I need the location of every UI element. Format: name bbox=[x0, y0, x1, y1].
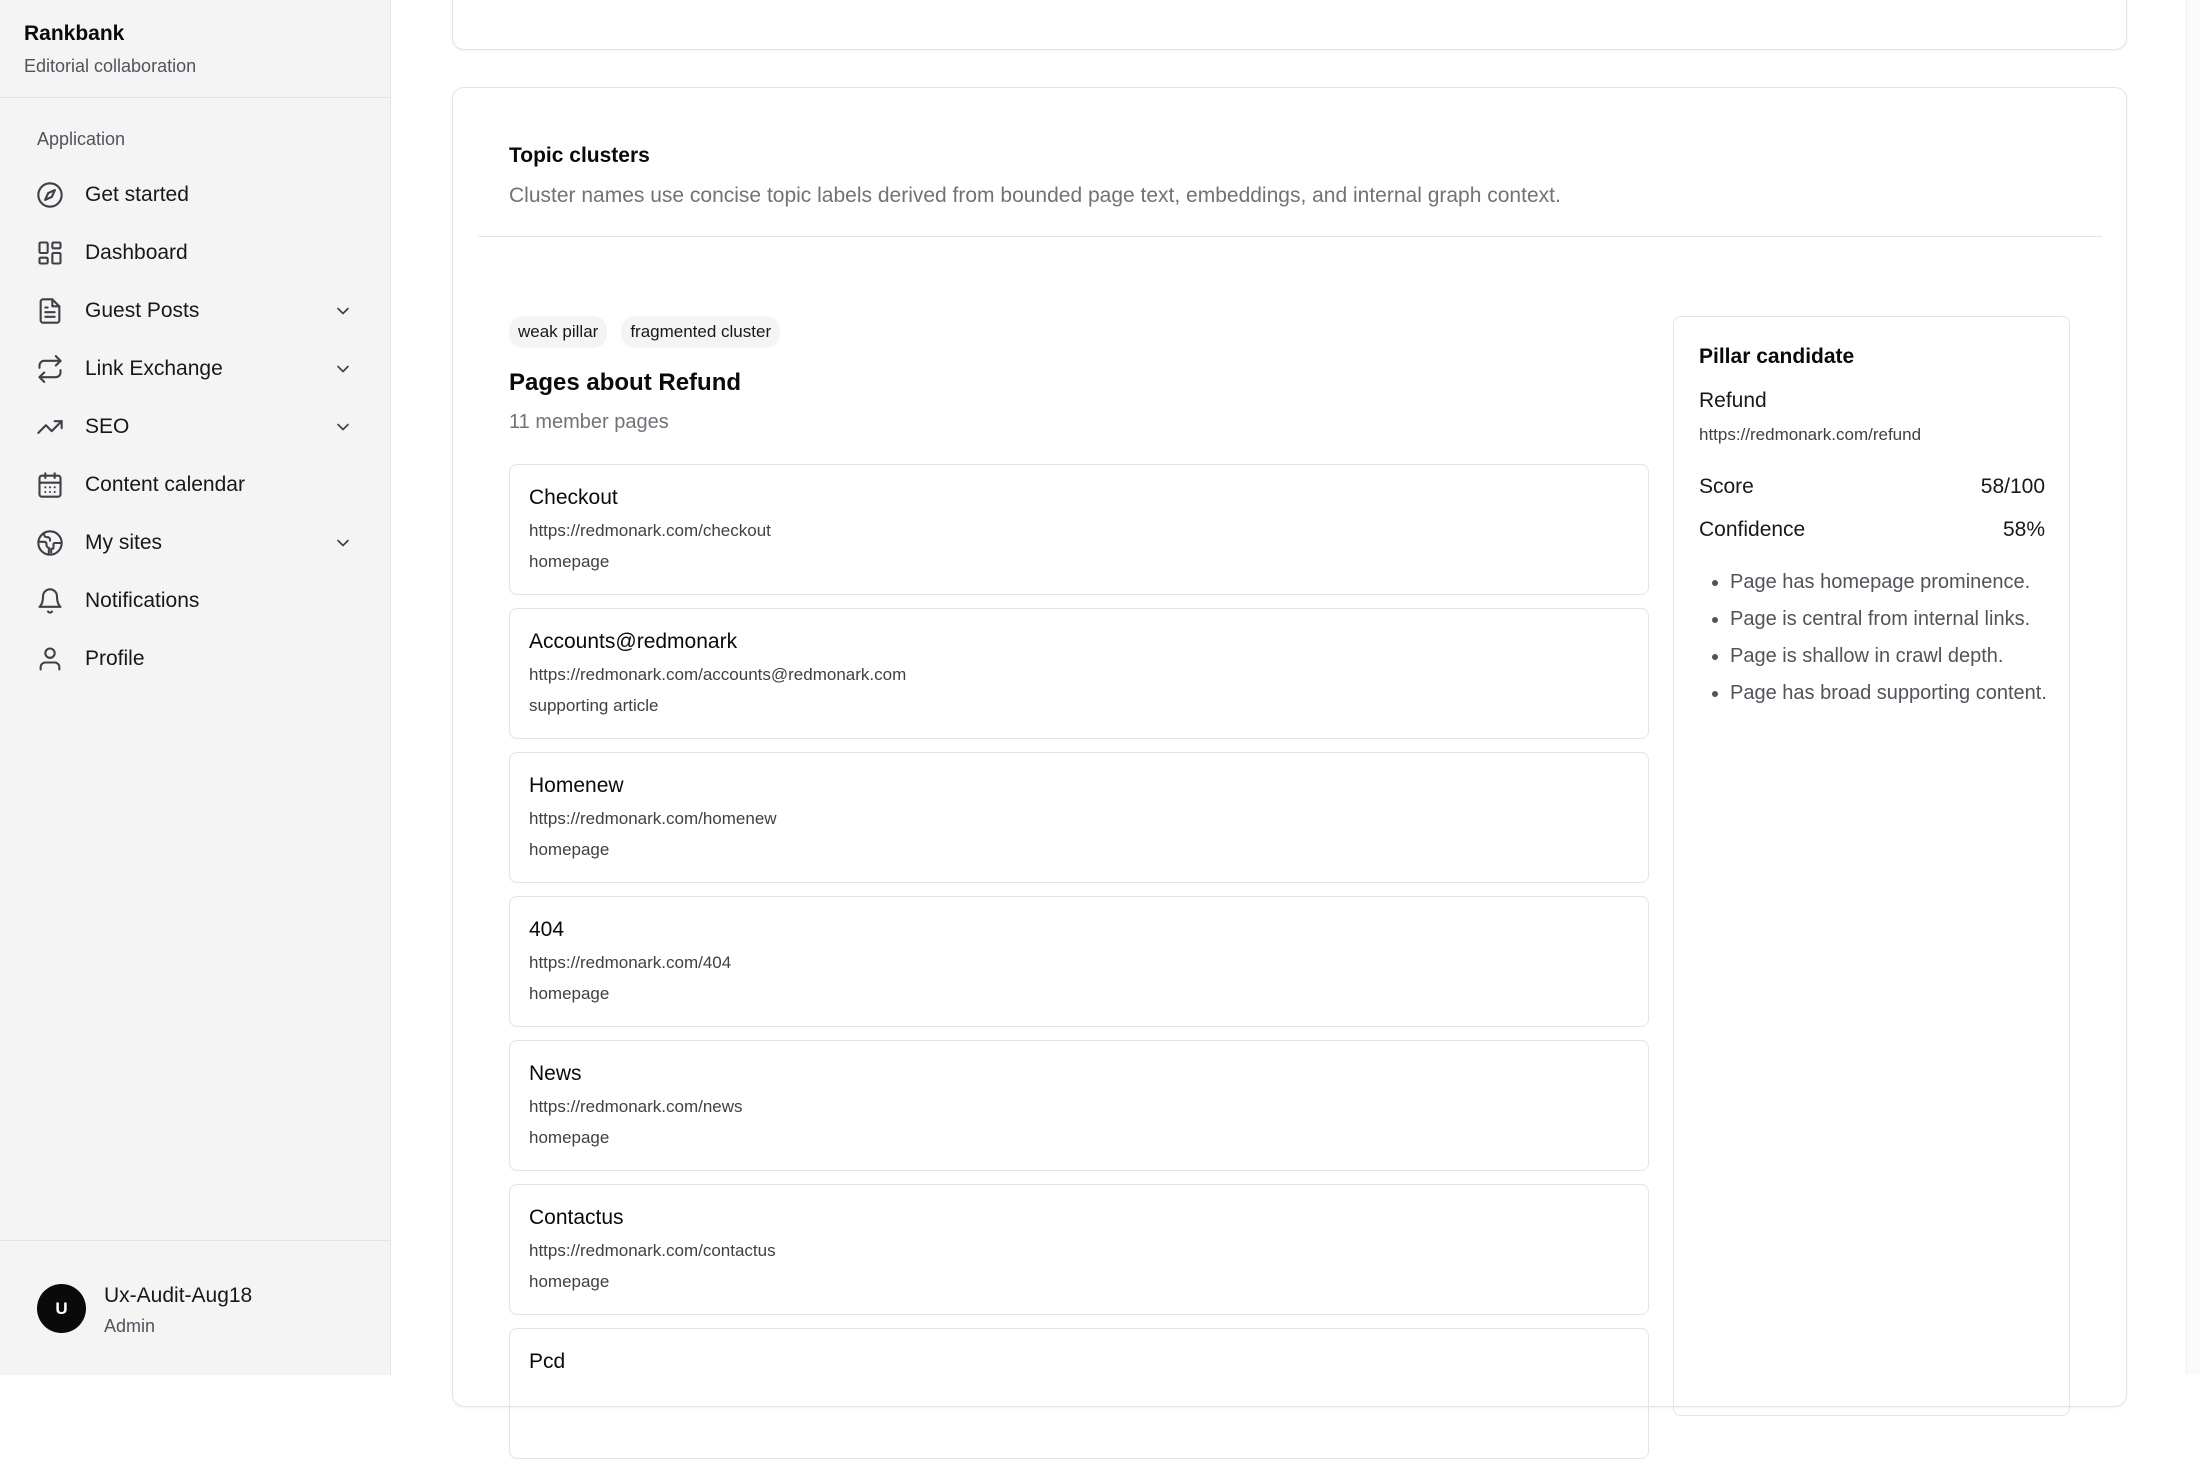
page-role: homepage bbox=[529, 840, 610, 859]
score-value: 58/100 bbox=[1980, 475, 2045, 498]
sidebar-item-profile[interactable]: Profile bbox=[24, 630, 367, 688]
sidebar-item-my-sites[interactable]: My sites bbox=[24, 514, 367, 572]
user-role: Admin bbox=[104, 1316, 156, 1336]
chevron-down-icon[interactable] bbox=[333, 533, 353, 553]
scrollbar[interactable] bbox=[2186, 0, 2200, 1375]
page-url: https://redmonark.com/news bbox=[529, 1097, 743, 1116]
page-title: Accounts@redmonark bbox=[529, 630, 738, 653]
cluster-badges: weak pillar fragmented cluster bbox=[509, 316, 781, 348]
list-item[interactable]: Accounts@redmonark https://redmonark.com… bbox=[509, 608, 1649, 739]
reasons-list: Page has homepage prominence. Page is ce… bbox=[1730, 567, 2050, 715]
document-icon bbox=[36, 297, 64, 325]
card-title: Topic clusters bbox=[509, 144, 650, 167]
pillar-name: Refund bbox=[1699, 389, 1767, 412]
trending-up-icon bbox=[36, 413, 64, 441]
chevron-down-icon[interactable] bbox=[333, 359, 353, 379]
user-menu[interactable]: U Ux-Audit-Aug18 Admin bbox=[0, 1240, 391, 1375]
previous-card bbox=[452, 0, 2127, 50]
confidence-row: Confidence 58% bbox=[1699, 518, 2045, 542]
page-role: homepage bbox=[529, 1128, 610, 1147]
brand-subtitle: Editorial collaboration bbox=[24, 56, 197, 76]
sidebar-item-label: SEO bbox=[85, 415, 130, 438]
calendar-icon bbox=[36, 471, 64, 499]
chevron-down-icon[interactable] bbox=[333, 301, 353, 321]
member-pages-list: Checkout https://redmonark.com/checkout … bbox=[509, 464, 1649, 1472]
confidence-value: 58% bbox=[2002, 518, 2045, 541]
sidebar-item-guest-posts[interactable]: Guest Posts bbox=[24, 282, 367, 340]
topic-clusters-card: Topic clusters Cluster names use concise… bbox=[452, 87, 2127, 1459]
page-url: https://redmonark.com/404 bbox=[529, 953, 732, 972]
sidebar-item-label: Notifications bbox=[85, 589, 200, 612]
pillar-url: https://redmonark.com/refund bbox=[1699, 425, 1922, 444]
confidence-label: Confidence bbox=[1699, 518, 1806, 541]
brand-header[interactable]: Rankbank Editorial collaboration bbox=[0, 0, 390, 98]
pillar-candidate-panel: Pillar candidate Refund https://redmonar… bbox=[1673, 316, 2070, 1416]
sidebar-nav: Get started Dashboard Guest Posts Link E… bbox=[24, 166, 367, 688]
sidebar-item-notifications[interactable]: Notifications bbox=[24, 572, 367, 630]
sidebar-item-get-started[interactable]: Get started bbox=[24, 166, 367, 224]
list-item[interactable]: Checkout https://redmonark.com/checkout … bbox=[509, 464, 1649, 595]
sidebar-item-link-exchange[interactable]: Link Exchange bbox=[24, 340, 367, 398]
score-row: Score 58/100 bbox=[1699, 475, 2045, 499]
sidebar: Rankbank Editorial collaboration Applica… bbox=[0, 0, 391, 1375]
status-badge: weak pillar bbox=[509, 316, 608, 348]
status-badge: fragmented cluster bbox=[621, 316, 781, 348]
sidebar-item-label: Content calendar bbox=[85, 473, 245, 496]
globe-icon bbox=[36, 529, 64, 557]
page-title: News bbox=[529, 1062, 582, 1085]
score-label: Score bbox=[1699, 475, 1754, 498]
list-item[interactable]: Contactus https://redmonark.com/contactu… bbox=[509, 1184, 1649, 1315]
member-count: 11 member pages bbox=[509, 411, 669, 433]
sidebar-item-label: Guest Posts bbox=[85, 299, 200, 322]
reason-item: Page is central from internal links. bbox=[1730, 604, 2050, 635]
sidebar-item-label: My sites bbox=[85, 531, 163, 554]
dashboard-icon bbox=[36, 239, 64, 267]
list-item[interactable]: Homenew https://redmonark.com/homenew ho… bbox=[509, 752, 1649, 883]
cluster-title: Pages about Refund bbox=[509, 369, 742, 396]
bell-icon bbox=[36, 587, 64, 615]
reason-item: Page has homepage prominence. bbox=[1730, 567, 2050, 598]
list-item[interactable]: Pcd bbox=[509, 1328, 1649, 1459]
page-url: https://redmonark.com/checkout bbox=[529, 521, 771, 540]
page-role: homepage bbox=[529, 984, 610, 1003]
panel-heading: Pillar candidate bbox=[1699, 345, 1855, 368]
sidebar-item-label: Dashboard bbox=[85, 241, 188, 264]
divider bbox=[479, 236, 2102, 237]
page-title: 404 bbox=[529, 918, 565, 941]
sidebar-item-label: Get started bbox=[85, 183, 189, 206]
card-description: Cluster names use concise topic labels d… bbox=[509, 184, 1561, 207]
page-url: https://redmonark.com/accounts@redmonark… bbox=[529, 665, 907, 684]
chevron-down-icon[interactable] bbox=[333, 417, 353, 437]
page-title: Homenew bbox=[529, 774, 624, 797]
sidebar-group-label: Application bbox=[37, 129, 126, 149]
reason-item: Page is shallow in crawl depth. bbox=[1730, 641, 2050, 672]
page-title: Contactus bbox=[529, 1206, 624, 1229]
page-role: homepage bbox=[529, 1272, 610, 1291]
sidebar-item-seo[interactable]: SEO bbox=[24, 398, 367, 456]
brand-name: Rankbank bbox=[24, 22, 125, 45]
user-name: Ux-Audit-Aug18 bbox=[104, 1284, 253, 1307]
avatar: U bbox=[37, 1284, 86, 1333]
sidebar-item-label: Link Exchange bbox=[85, 357, 223, 380]
user-icon bbox=[36, 645, 64, 673]
page-title: Checkout bbox=[529, 486, 618, 509]
page-url: https://redmonark.com/contactus bbox=[529, 1241, 776, 1260]
compass-icon bbox=[36, 181, 64, 209]
repeat-icon bbox=[36, 355, 64, 383]
sidebar-item-dashboard[interactable]: Dashboard bbox=[24, 224, 367, 282]
list-item[interactable]: News https://redmonark.com/news homepage bbox=[509, 1040, 1649, 1171]
page-title: Pcd bbox=[529, 1350, 566, 1373]
list-item[interactable]: 404 https://redmonark.com/404 homepage bbox=[509, 896, 1649, 1027]
page-url: https://redmonark.com/homenew bbox=[529, 809, 777, 828]
sidebar-item-content-calendar[interactable]: Content calendar bbox=[24, 456, 367, 514]
reason-item: Page has broad supporting content. bbox=[1730, 678, 2050, 709]
page-role: supporting article bbox=[529, 696, 659, 715]
page-role: homepage bbox=[529, 552, 610, 571]
sidebar-item-label: Profile bbox=[85, 647, 145, 670]
